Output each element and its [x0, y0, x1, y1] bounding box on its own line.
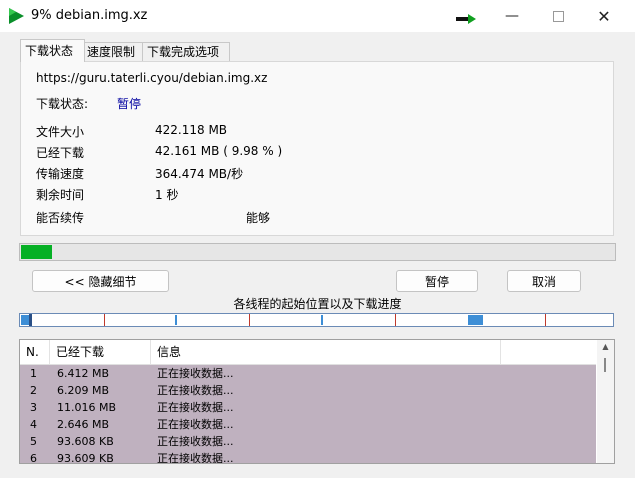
- resume-value: 能够: [246, 211, 271, 225]
- cell-info: 正在接收数据...: [157, 384, 234, 397]
- downloaded-label: 已经下载: [36, 146, 85, 160]
- download-url: https://guru.taterli.cyou/debian.img.xz: [36, 71, 268, 85]
- thread-3-progress: [321, 315, 323, 325]
- table-row[interactable]: 5 93.608 KB 正在接收数据...: [20, 433, 596, 450]
- cell-info: 正在接收数据...: [157, 435, 234, 448]
- file-size-value: 422.118 MB: [155, 123, 228, 137]
- cell-downloaded: 2.646 MB: [57, 418, 110, 431]
- button-label: 取消: [531, 274, 556, 289]
- vertical-scrollbar[interactable]: ▲: [597, 340, 614, 463]
- table-row[interactable]: 3 11.016 MB 正在接收数据...: [20, 399, 596, 416]
- remaining-time-value: 1 秒: [155, 188, 179, 202]
- cell-info: 正在接收数据...: [157, 452, 234, 464]
- app-play-icon: [9, 8, 24, 24]
- cell-number: 2: [30, 384, 37, 397]
- column-header-empty: [501, 340, 596, 364]
- status-panel: https://guru.taterli.cyou/debian.img.xz …: [20, 61, 614, 236]
- maximize-icon: [552, 10, 564, 22]
- downloaded-value: 42.161 MB ( 9.98 % ): [155, 144, 283, 158]
- pause-button[interactable]: 暂停: [396, 270, 478, 292]
- state-label: 下载状态:: [36, 97, 89, 111]
- minimize-icon: —: [505, 8, 519, 24]
- download-progress-bar: [19, 243, 616, 261]
- button-label: << 隐藏细节: [64, 274, 137, 289]
- state-value: 暂停: [117, 97, 142, 111]
- cell-number: 6: [30, 452, 37, 464]
- speed-value: 364.474 MB/秒: [155, 167, 244, 181]
- thread-divider: [249, 314, 250, 326]
- progress-fill: [21, 245, 52, 259]
- thread-4-progress: [468, 315, 483, 325]
- cell-downloaded: 93.609 KB: [57, 452, 114, 464]
- scroll-thumb[interactable]: [604, 358, 606, 372]
- table-row[interactable]: 4 2.646 MB 正在接收数据...: [20, 416, 596, 433]
- cell-number: 1: [30, 367, 37, 380]
- scroll-up-icon[interactable]: ▲: [597, 342, 614, 351]
- tab-label: 下载状态: [25, 44, 74, 58]
- window-title: 9% debian.img.xz: [31, 8, 148, 23]
- threads-progress-bar: [19, 313, 614, 327]
- tab-label: 下载完成选项: [147, 45, 220, 59]
- close-button[interactable]: ✕: [581, 0, 627, 32]
- resume-label: 能否续传: [36, 211, 85, 225]
- cell-number: 5: [30, 435, 37, 448]
- minimize-button[interactable]: —: [489, 0, 535, 32]
- cell-downloaded: 6.412 MB: [57, 367, 110, 380]
- threads-table: N. 已经下载 信息 1 6.412 MB 正在接收数据... 2 6.209 MB 正在…: [19, 339, 615, 464]
- column-header-number[interactable]: N.: [20, 340, 50, 364]
- cell-info: 正在接收数据...: [157, 401, 234, 414]
- tab-speed-limit[interactable]: 速度限制: [82, 42, 148, 62]
- thread-2-progress: [175, 315, 177, 325]
- remaining-time-label: 剩余时间: [36, 188, 85, 202]
- thread-1-marker: [29, 314, 32, 326]
- download-arrow-icon: [456, 14, 476, 24]
- tab-label: 速度限制: [87, 45, 136, 59]
- threads-title: 各线程的起始位置以及下载进度: [233, 297, 402, 311]
- thread-divider: [104, 314, 105, 326]
- cancel-button[interactable]: 取消: [507, 270, 581, 292]
- title-bar: 9% debian.img.xz — ✕: [0, 0, 635, 32]
- thread-divider: [545, 314, 546, 326]
- file-size-label: 文件大小: [36, 125, 85, 139]
- close-icon: ✕: [597, 6, 611, 26]
- cell-info: 正在接收数据...: [157, 418, 234, 431]
- thread-divider: [395, 314, 396, 326]
- column-header-downloaded[interactable]: 已经下载: [50, 340, 151, 364]
- table-header: N. 已经下载 信息: [20, 340, 596, 365]
- tab-download-status[interactable]: 下载状态: [20, 39, 85, 62]
- table-row[interactable]: 2 6.209 MB 正在接收数据...: [20, 382, 596, 399]
- table-row[interactable]: 1 6.412 MB 正在接收数据...: [20, 365, 596, 382]
- cell-downloaded: 6.209 MB: [57, 384, 110, 397]
- cell-number: 3: [30, 401, 37, 414]
- cell-number: 4: [30, 418, 37, 431]
- cell-info: 正在接收数据...: [157, 367, 234, 380]
- maximize-button[interactable]: [535, 0, 581, 32]
- speed-label: 传输速度: [36, 167, 85, 181]
- thread-1-progress: [21, 315, 29, 325]
- column-header-info[interactable]: 信息: [151, 340, 501, 364]
- cell-downloaded: 11.016 MB: [57, 401, 117, 414]
- table-row[interactable]: 6 93.609 KB 正在接收数据...: [20, 450, 596, 464]
- tab-completion-options[interactable]: 下载完成选项: [142, 42, 230, 62]
- cell-downloaded: 93.608 KB: [57, 435, 114, 448]
- hide-details-button[interactable]: << 隐藏细节: [32, 270, 169, 292]
- button-label: 暂停: [424, 274, 449, 289]
